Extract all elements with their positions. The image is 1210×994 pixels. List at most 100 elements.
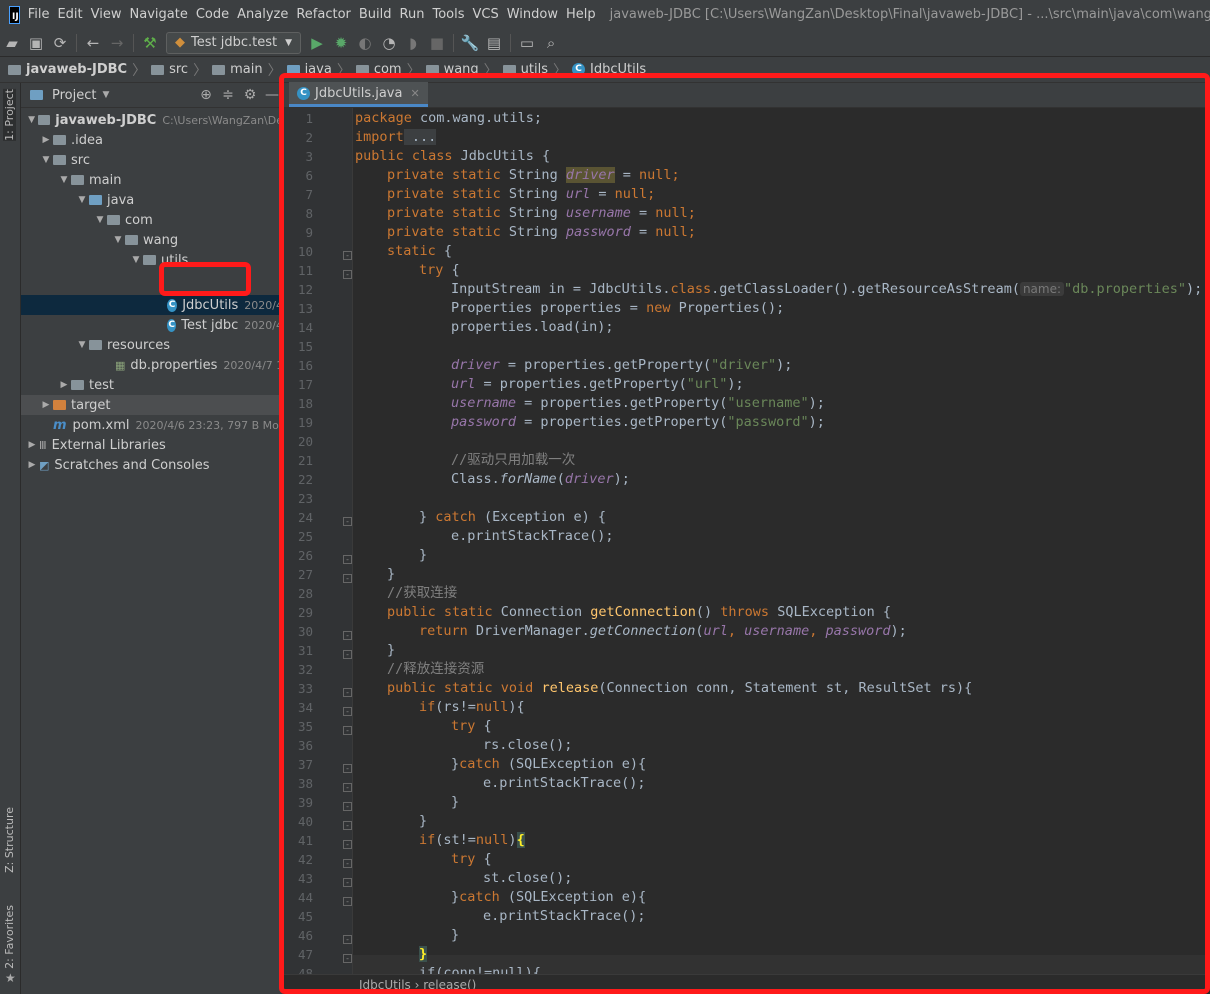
breadcrumb-src[interactable]: src 〉 bbox=[151, 60, 212, 80]
chevron-right-icon[interactable]: ▶ bbox=[39, 400, 53, 410]
run-configuration-label: Test jdbc.test bbox=[191, 35, 278, 50]
properties-file-icon: ▦ bbox=[115, 358, 126, 372]
chevron-right-icon[interactable]: ▶ bbox=[39, 135, 53, 145]
project-panel-header: Project ▼ ⊕ ≑ ⚙ — bbox=[21, 83, 283, 108]
folder-icon bbox=[151, 64, 165, 75]
chevron-right-icon[interactable]: ▶ bbox=[25, 440, 39, 450]
build-hammer-icon[interactable]: ⚒ bbox=[139, 32, 161, 54]
tree-node-target[interactable]: ▶ target bbox=[21, 395, 283, 415]
run-configuration-select[interactable]: ◆ Test jdbc.test ▼ bbox=[166, 31, 302, 54]
chevron-down-icon[interactable]: ▼ bbox=[111, 235, 125, 245]
chevron-down-icon[interactable]: ▼ bbox=[75, 340, 89, 350]
tree-node-com[interactable]: ▼ com bbox=[21, 210, 283, 230]
favorites-tool-tab[interactable]: 2: Favorites bbox=[3, 905, 16, 969]
attach-icon[interactable]: ◗ bbox=[402, 32, 424, 54]
tree-node-db-properties[interactable]: ▦db.properties2020/4/7 11 bbox=[21, 355, 283, 375]
chevron-down-icon: ▼ bbox=[285, 37, 293, 48]
chevron-down-icon[interactable]: ▼ bbox=[75, 195, 89, 205]
chevron-down-icon[interactable]: ▼ bbox=[93, 215, 107, 225]
menu-navigate[interactable]: Navigate bbox=[130, 7, 196, 22]
menu-view[interactable]: View bbox=[91, 7, 130, 22]
tree-node-external-libraries[interactable]: ▶ Ⅲ External Libraries bbox=[21, 435, 283, 455]
menu-window[interactable]: Window bbox=[507, 7, 566, 22]
java-class-icon: C bbox=[167, 298, 178, 312]
tree-node-wang[interactable]: ▼ wang bbox=[21, 230, 283, 250]
gear-icon[interactable]: ⚙ bbox=[239, 87, 261, 103]
left-tool-window-strip: 1: Project Z: Structure 2: Favorites ★ bbox=[0, 83, 21, 994]
menu-vcs[interactable]: VCS bbox=[473, 7, 507, 22]
menu-edit[interactable]: Edit bbox=[57, 7, 90, 22]
debug-bug-icon[interactable]: ✹ bbox=[330, 32, 352, 54]
menu-analyze[interactable]: Analyze bbox=[237, 7, 296, 22]
tree-node-resources[interactable]: ▼ resources bbox=[21, 335, 283, 355]
tree-node-main[interactable]: ▼ main bbox=[21, 170, 283, 190]
toolbar-divider bbox=[76, 33, 77, 52]
tree-node-project-root[interactable]: ▼ javaweb-JDBC C:\Users\WangZan\De bbox=[21, 110, 283, 130]
folder-icon bbox=[212, 64, 226, 75]
main-toolbar: ▰ ▣ ⟳ ← → ⚒ ◆ Test jdbc.test ▼ ▶ ✹ ◐ ◔ ◗… bbox=[0, 29, 1210, 57]
chevron-down-icon[interactable]: ▼ bbox=[25, 115, 38, 125]
package-icon bbox=[143, 255, 156, 265]
structure-tool-tab[interactable]: Z: Structure bbox=[3, 807, 16, 873]
package-icon bbox=[107, 215, 120, 225]
menu-file[interactable]: File bbox=[28, 7, 58, 22]
java-class-icon: C bbox=[167, 318, 177, 332]
menu-run[interactable]: Run bbox=[400, 7, 433, 22]
tree-node-scratches[interactable]: ▶ ◩ Scratches and Consoles bbox=[21, 455, 283, 475]
sync-icon[interactable]: ⟳ bbox=[49, 32, 71, 54]
stop-icon[interactable]: ■ bbox=[426, 32, 448, 54]
folder-icon bbox=[71, 380, 84, 390]
chevron-right-icon[interactable]: ▶ bbox=[57, 380, 71, 390]
project-panel-title[interactable]: Project bbox=[52, 88, 96, 103]
folder-icon bbox=[53, 155, 66, 165]
package-icon bbox=[125, 235, 138, 245]
annotation-highlight-jdbcutils-node bbox=[159, 262, 251, 296]
forward-arrow-icon[interactable]: → bbox=[106, 32, 128, 54]
project-structure-icon[interactable]: ▤ bbox=[483, 32, 505, 54]
project-tool-tab[interactable]: 1: Project bbox=[3, 89, 16, 141]
breadcrumb-main[interactable]: main 〉 bbox=[212, 60, 286, 80]
search-icon[interactable]: ⌕ bbox=[540, 32, 562, 54]
save-icon[interactable]: ▣ bbox=[25, 32, 47, 54]
menu-code[interactable]: Code bbox=[196, 7, 237, 22]
folder-icon bbox=[71, 175, 84, 185]
chevron-down-icon[interactable]: ▼ bbox=[39, 155, 53, 165]
chevron-down-icon[interactable]: ▼ bbox=[57, 175, 71, 185]
module-folder-icon bbox=[38, 115, 51, 125]
tree-node-test[interactable]: ▶ test bbox=[21, 375, 283, 395]
window-title: javaweb-JDBC [C:\Users\WangZan\Desktop\F… bbox=[609, 7, 1210, 22]
tree-node-src[interactable]: ▼ src bbox=[21, 150, 283, 170]
junit-icon: ◆ bbox=[175, 35, 185, 50]
profile-icon[interactable]: ◔ bbox=[378, 32, 400, 54]
tree-node-java[interactable]: ▼ java bbox=[21, 190, 283, 210]
tree-node-pom[interactable]: m pom.xml 2020/4/6 23:23, 797 B Mom bbox=[21, 415, 283, 435]
tree-node-idea[interactable]: ▶ .idea bbox=[21, 130, 283, 150]
breadcrumb-project[interactable]: javaweb-JDBC 〉 bbox=[8, 60, 151, 80]
collapse-all-icon[interactable]: ≑ bbox=[217, 87, 239, 103]
menu-refactor[interactable]: Refactor bbox=[296, 7, 359, 22]
chevron-down-icon[interactable]: ▼ bbox=[102, 90, 109, 100]
project-view-icon bbox=[30, 90, 43, 100]
coverage-icon[interactable]: ◐ bbox=[354, 32, 376, 54]
back-arrow-icon[interactable]: ← bbox=[82, 32, 104, 54]
locate-crosshair-icon[interactable]: ⊕ bbox=[195, 87, 217, 103]
tree-node-test-jdbc[interactable]: C Test jdbc 2020/4 bbox=[21, 315, 283, 335]
scratches-icon: ◩ bbox=[39, 458, 50, 472]
chevron-right-icon[interactable]: ▶ bbox=[25, 460, 39, 470]
chevron-down-icon[interactable]: ▼ bbox=[129, 255, 143, 265]
tree-node-jdbcutils[interactable]: C JdbcUtils 2020/4 bbox=[21, 295, 283, 315]
excluded-folder-icon bbox=[53, 400, 66, 410]
menu-build[interactable]: Build bbox=[359, 7, 400, 22]
source-folder-icon bbox=[89, 195, 102, 205]
toolbar-divider bbox=[453, 33, 455, 52]
menu-help[interactable]: Help bbox=[566, 7, 604, 22]
resources-folder-icon bbox=[89, 340, 102, 350]
open-folder-icon[interactable]: ▰ bbox=[1, 32, 23, 54]
run-icon[interactable]: ▶ bbox=[306, 32, 328, 54]
project-tool-window: Project ▼ ⊕ ≑ ⚙ — ▼ javaweb-JDBC C:\Users\… bbox=[21, 83, 283, 994]
menu-tools[interactable]: Tools bbox=[432, 7, 472, 22]
terminal-icon[interactable]: ▭ bbox=[516, 32, 538, 54]
folder-icon bbox=[53, 135, 66, 145]
settings-wrench-icon[interactable]: 🔧 bbox=[459, 32, 481, 54]
menu-bar: IJ File Edit View Navigate Code Analyze … bbox=[0, 0, 1210, 29]
